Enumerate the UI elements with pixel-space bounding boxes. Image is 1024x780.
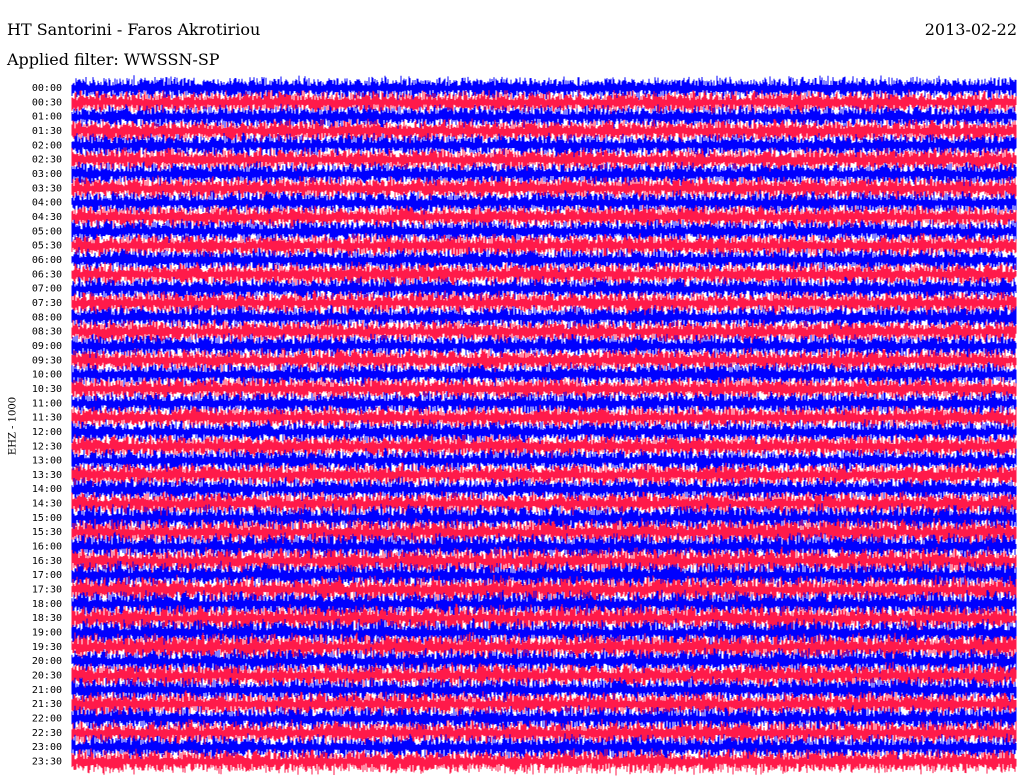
row-label: 06:00 xyxy=(32,255,62,266)
row-label: 09:00 xyxy=(32,341,62,352)
row-label: 08:00 xyxy=(32,312,62,323)
row-label: 10:30 xyxy=(32,384,62,395)
row-label: 18:00 xyxy=(32,599,62,610)
row-label: 09:30 xyxy=(32,355,62,366)
row-label: 16:30 xyxy=(32,556,62,567)
row-label: 18:30 xyxy=(32,613,62,624)
row-label: 20:30 xyxy=(32,671,62,682)
row-label: 01:00 xyxy=(32,112,62,123)
row-label: 13:30 xyxy=(32,470,62,481)
row-label: 04:30 xyxy=(32,212,62,223)
row-label: 11:30 xyxy=(32,413,62,424)
row-label: 22:30 xyxy=(32,728,62,739)
row-label: 08:30 xyxy=(32,327,62,338)
row-label: 00:00 xyxy=(32,83,62,94)
row-label: 13:00 xyxy=(32,456,62,467)
row-label: 07:30 xyxy=(32,298,62,309)
row-label: 23:30 xyxy=(32,757,62,768)
row-label: 15:30 xyxy=(32,527,62,538)
row-label: 10:00 xyxy=(32,370,62,381)
row-label: 23:00 xyxy=(32,742,62,753)
row-label: 12:30 xyxy=(32,441,62,452)
row-label: 04:00 xyxy=(32,198,62,209)
trace-1130 xyxy=(71,404,1017,431)
row-label: 11:00 xyxy=(32,398,62,409)
trace-layer xyxy=(71,75,1017,776)
row-label: 03:30 xyxy=(32,183,62,194)
row-label: 20:00 xyxy=(32,656,62,667)
row-label: 21:30 xyxy=(32,699,62,710)
row-label-layer: 00:00 00:30 01:00 01:30 02:00 02:30 03:00 03:30… xyxy=(32,83,62,768)
row-label: 14:30 xyxy=(32,499,62,510)
row-label: 05:00 xyxy=(32,226,62,237)
row-label: 21:00 xyxy=(32,685,62,696)
row-label: 22:00 xyxy=(32,714,62,725)
row-label: 19:30 xyxy=(32,642,62,653)
row-label: 02:00 xyxy=(32,140,62,151)
row-label: 14:00 xyxy=(32,484,62,495)
row-label: 06:30 xyxy=(32,269,62,280)
helicorder-plot: 00:00 00:30 01:00 01:30 02:00 02:30 03:00 03:30… xyxy=(32,75,1017,776)
row-label: 15:00 xyxy=(32,513,62,524)
row-label: 02:30 xyxy=(32,155,62,166)
row-label: 17:30 xyxy=(32,585,62,596)
row-label: 05:30 xyxy=(32,241,62,252)
row-label: 03:00 xyxy=(32,169,62,180)
row-label: 01:30 xyxy=(32,126,62,137)
row-label: 07:00 xyxy=(32,284,62,295)
row-label: 12:00 xyxy=(32,427,62,438)
row-label: 16:00 xyxy=(32,542,62,553)
row-label: 17:00 xyxy=(32,570,62,581)
row-label: 19:00 xyxy=(32,628,62,639)
row-label: 00:30 xyxy=(32,97,62,108)
